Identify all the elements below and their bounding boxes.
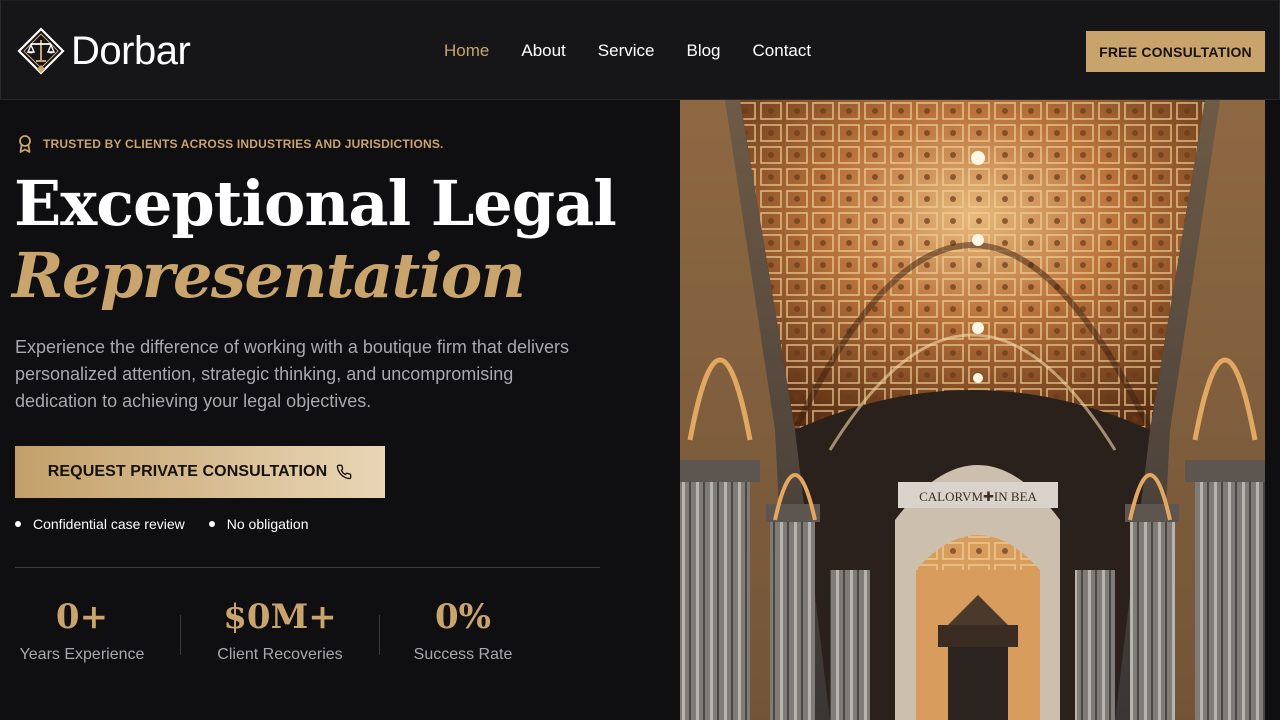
- award-ribbon-icon: [19, 135, 31, 153]
- stat-value: 0%: [435, 597, 491, 637]
- stat-label: Client Recoveries: [217, 646, 343, 663]
- bullet-text: No obligation: [226, 516, 309, 532]
- bullet-dot: [15, 521, 21, 527]
- logo[interactable]: Dorbar: [17, 27, 191, 75]
- stat-separator: [180, 615, 181, 655]
- nav-contact[interactable]: Contact: [753, 40, 812, 62]
- cta-bullets: Confidential case review No obligation: [15, 516, 332, 532]
- cathedral-illustration: CALORVM✚IN BEA: [680, 100, 1265, 720]
- bullet-item: No obligation: [208, 516, 309, 532]
- stat-value: 0+: [55, 597, 109, 637]
- site-header: Dorbar Home About Service Blog Contact F…: [0, 0, 1280, 100]
- stats-divider: [15, 567, 600, 568]
- trust-eyebrow: TRUSTED BY CLIENTS ACROSS INDUSTRIES AND…: [16, 134, 444, 154]
- nav-service[interactable]: Service: [598, 40, 655, 62]
- stat-label: Years Experience: [19, 646, 145, 663]
- eyebrow-text: TRUSTED BY CLIENTS ACROSS INDUSTRIES AND…: [43, 137, 444, 151]
- brand-name: Dorbar: [71, 28, 191, 73]
- request-consultation-label: REQUEST PRIVATE CONSULTATION: [47, 463, 328, 480]
- stat-value: $0M+: [223, 597, 337, 637]
- stat-success: 0% Success Rate: [408, 596, 518, 664]
- hero-title: Exceptional Legal: [14, 167, 617, 240]
- bullet-item: Confidential case review: [15, 516, 185, 532]
- nav-blog[interactable]: Blog: [686, 40, 720, 62]
- hero-title-accent: Representation: [12, 239, 526, 312]
- scales-logo-icon: [17, 27, 65, 75]
- stat-label: Success Rate: [413, 646, 513, 663]
- stat-years: 0+ Years Experience: [15, 596, 149, 664]
- main-nav: Home About Service Blog Contact: [444, 40, 843, 62]
- phone-icon: [336, 464, 352, 480]
- free-consultation-button[interactable]: FREE CONSULTATION: [1086, 31, 1265, 72]
- bullet-dot: [208, 521, 215, 527]
- hero-description: Experience the difference of working wit…: [15, 337, 569, 411]
- request-consultation-button[interactable]: REQUEST PRIVATE CONSULTATION: [15, 446, 385, 498]
- stat-separator: [379, 615, 380, 655]
- arch-inscription: CALORVM✚IN BEA: [919, 489, 1037, 504]
- nav-home[interactable]: Home: [444, 40, 489, 62]
- nav-about[interactable]: About: [521, 40, 565, 62]
- stat-recoveries: $0M+ Client Recoveries: [213, 596, 347, 664]
- bullet-text: Confidential case review: [33, 516, 185, 532]
- hero-cathedral-image: CALORVM✚IN BEA: [680, 100, 1265, 720]
